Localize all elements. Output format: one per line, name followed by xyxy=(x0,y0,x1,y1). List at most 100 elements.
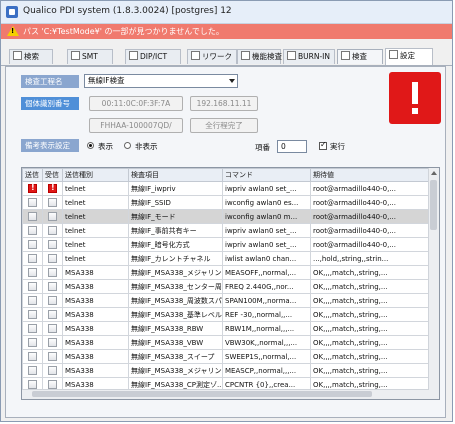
checkbox[interactable] xyxy=(48,324,57,333)
tab-settings[interactable]: 設定 xyxy=(385,48,433,65)
table-row[interactable]: telnet 無線IF_SSID iwconfig awlan0 es... root… xyxy=(22,195,431,210)
col-command[interactable]: コマンド xyxy=(222,168,311,182)
tab-function-test[interactable]: 機能検査 xyxy=(237,49,282,64)
error-icon[interactable] xyxy=(28,183,37,193)
checkbox[interactable] xyxy=(48,226,57,235)
receive-cell[interactable] xyxy=(42,321,63,336)
checkbox[interactable] xyxy=(28,380,37,389)
send-cell[interactable] xyxy=(22,265,43,280)
table-row[interactable]: MSA338 無線IF_MSA338_スイープ SWEEP1S,,normal,..… xyxy=(22,349,431,364)
table-row[interactable]: MSA338 無線IF_MSA338_基準レベル REF -30,,normal,,… xyxy=(22,307,431,322)
checkbox[interactable] xyxy=(28,268,37,277)
table-row[interactable]: MSA338 無線IF_MSA338_RBW RBW1M,,normal,,,...… xyxy=(22,321,431,336)
checkbox[interactable] xyxy=(28,296,37,305)
checkbox[interactable] xyxy=(48,212,57,221)
table-row[interactable]: MSA338 無線IF_MSA338_メジャリン... MEASOFF,,norma… xyxy=(22,265,431,280)
send-cell[interactable] xyxy=(22,307,43,322)
send-cell[interactable] xyxy=(22,251,43,266)
col-test-item[interactable]: 検査項目 xyxy=(128,168,223,182)
table-row[interactable]: telnet 無線IF_事前共有キー iwpriv awlan0 set_... ro… xyxy=(22,223,431,238)
receive-cell[interactable] xyxy=(42,251,63,266)
receive-cell[interactable] xyxy=(42,195,63,210)
receive-cell[interactable] xyxy=(42,363,63,378)
send-cell[interactable] xyxy=(22,209,43,224)
checkbox[interactable] xyxy=(28,310,37,319)
col-send[interactable]: 送信 xyxy=(22,168,43,182)
receive-cell[interactable] xyxy=(42,293,63,308)
tab-dip-ict[interactable]: DIP/ICT xyxy=(125,49,181,64)
checkbox[interactable] xyxy=(48,240,57,249)
checkbox[interactable] xyxy=(48,380,57,389)
table-row[interactable]: MSA338 無線IF_MSA338_VBW VBW30K,,normal,,,..… xyxy=(22,335,431,350)
checkbox[interactable] xyxy=(48,352,57,361)
radio-hide[interactable] xyxy=(124,142,131,149)
send-cell[interactable] xyxy=(22,363,43,378)
send-cell[interactable] xyxy=(22,349,43,364)
receive-cell[interactable] xyxy=(42,209,63,224)
receive-cell[interactable] xyxy=(42,265,63,280)
table-row[interactable]: MSA338無線IF_MSA338_センター周波数FREQ 2.440G,,no… xyxy=(22,279,431,294)
table-row[interactable]: telnet無線IF_iwpriviwpriv awlan0 set_...ro… xyxy=(22,181,431,196)
tab-inspection[interactable]: 検査 xyxy=(337,49,383,64)
checkbox[interactable] xyxy=(48,338,57,347)
send-cell[interactable] xyxy=(22,223,43,238)
ip-address-field[interactable]: 192.168.11.11 xyxy=(190,96,258,111)
send-cell[interactable] xyxy=(22,293,43,308)
send-cell[interactable] xyxy=(22,237,43,252)
receive-cell[interactable] xyxy=(42,223,63,238)
complete-all-button[interactable]: 全行程完了 xyxy=(190,118,258,133)
col-expected[interactable]: 期待値 xyxy=(310,168,431,182)
process-select[interactable]: 無線IF検査 xyxy=(84,74,238,88)
tab-burn-in[interactable]: BURN-IN xyxy=(283,49,335,64)
vertical-scrollbar[interactable] xyxy=(428,168,439,399)
send-cell[interactable] xyxy=(22,195,43,210)
send-cell[interactable] xyxy=(22,321,43,336)
checkbox[interactable] xyxy=(28,254,37,263)
checkbox[interactable] xyxy=(48,198,57,207)
checkbox[interactable] xyxy=(28,352,37,361)
checkbox[interactable] xyxy=(48,254,57,263)
horizontal-scrollbar[interactable] xyxy=(22,389,429,399)
checkbox[interactable] xyxy=(28,366,37,375)
checkbox[interactable] xyxy=(48,282,57,291)
receive-cell[interactable] xyxy=(42,237,63,252)
receive-cell[interactable] xyxy=(42,335,63,350)
checkbox[interactable] xyxy=(28,226,37,235)
checkbox[interactable] xyxy=(28,324,37,333)
send-cell[interactable] xyxy=(22,181,43,196)
checkbox[interactable] xyxy=(28,338,37,347)
checkbox[interactable] xyxy=(48,310,57,319)
receive-cell[interactable] xyxy=(42,307,63,322)
table-row[interactable]: MSA338 無線IF_MSA338_周波数スパン SPAN100M,,norma.… xyxy=(22,293,431,308)
checkbox[interactable] xyxy=(48,268,57,277)
checkbox[interactable] xyxy=(48,296,57,305)
checkbox[interactable] xyxy=(48,366,57,375)
scroll-up-icon[interactable] xyxy=(431,171,437,175)
serial-field[interactable]: FHHAA-100007QD/ xyxy=(89,118,183,133)
mac-address-field[interactable]: 00:11:0C:0F:3F:7A xyxy=(89,96,183,111)
checkbox[interactable] xyxy=(28,282,37,291)
receive-cell[interactable] xyxy=(42,349,63,364)
count-input[interactable]: 0 xyxy=(277,140,307,153)
send-cell[interactable] xyxy=(22,279,43,294)
receive-cell[interactable] xyxy=(42,279,63,294)
run-checkbox[interactable] xyxy=(319,140,327,150)
radio-show[interactable] xyxy=(87,142,94,149)
table-row[interactable]: telnet 無線IF_暗号化方式 iwpriv awlan0 set_... roo… xyxy=(22,237,431,252)
table-row[interactable]: telnet 無線IF_モード iwconfig awlan0 m... root@a… xyxy=(22,209,431,224)
checkbox[interactable] xyxy=(28,198,37,207)
hscroll-thumb[interactable] xyxy=(32,391,372,397)
tab-smt[interactable]: SMT xyxy=(67,49,113,64)
checkbox[interactable] xyxy=(28,240,37,249)
table-row[interactable]: telnet 無線IF_カレントチャネル iwlist awlan0 chan...… xyxy=(22,251,431,266)
receive-cell[interactable] xyxy=(42,181,63,196)
table-row[interactable]: MSA338 無線IF_MSA338_メジャリン... MEASCP,,normal… xyxy=(22,363,431,378)
tab-rework[interactable]: リワーク xyxy=(187,49,237,64)
col-send-type[interactable]: 送信種別 xyxy=(62,168,129,182)
send-cell[interactable] xyxy=(22,335,43,350)
scroll-thumb[interactable] xyxy=(430,180,437,230)
col-receive[interactable]: 受信 xyxy=(42,168,63,182)
error-icon[interactable] xyxy=(48,183,57,193)
checkbox[interactable] xyxy=(28,212,37,221)
tab-search[interactable]: 検索 xyxy=(9,49,53,64)
